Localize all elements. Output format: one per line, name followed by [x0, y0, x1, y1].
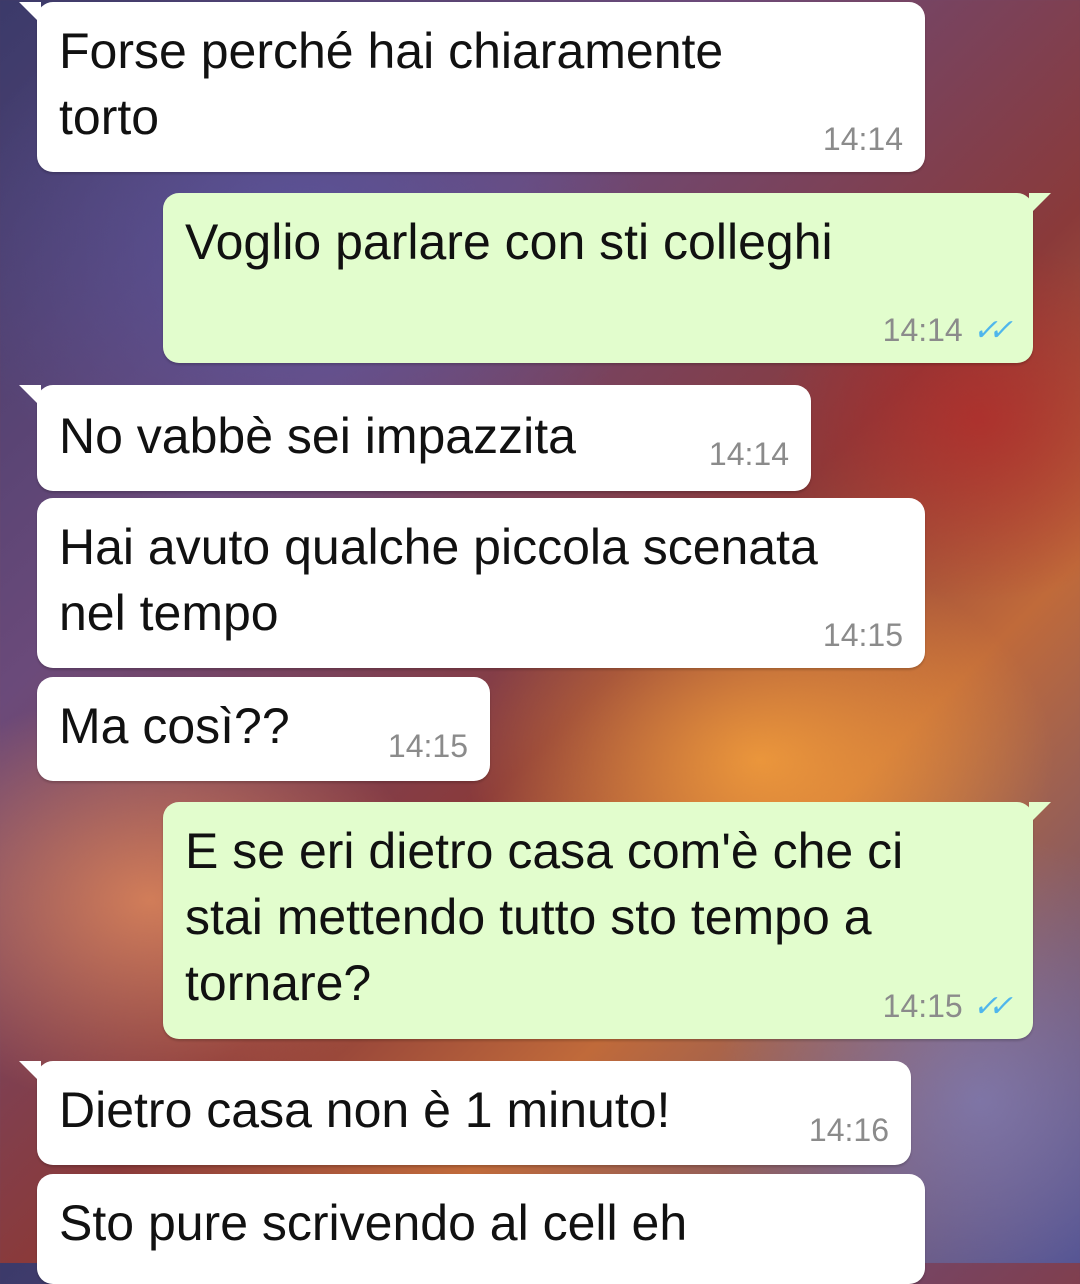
message-meta: 14:15	[388, 728, 468, 765]
message-bubble-incoming[interactable]: Dietro casa non è 1 minuto! 14:16	[19, 1061, 911, 1165]
message-meta: 14:14 ✓✓	[882, 312, 1013, 349]
message-bubble-incoming[interactable]: Hai avuto qualche piccola scenata nel te…	[37, 498, 925, 668]
message-text: Sto pure scrivendo al cell eh	[59, 1195, 688, 1251]
double-check-icon: ✓✓	[972, 314, 1013, 347]
message-timestamp: 14:16	[808, 1112, 889, 1148]
message-bubble-incoming[interactable]: Forse perché hai chiaramente torto 14:14	[19, 2, 925, 172]
message-meta: 14:15 ✓✓	[882, 988, 1013, 1025]
message-text: Dietro casa non è 1 minuto!	[59, 1082, 671, 1138]
message-timestamp: 14:14	[822, 121, 903, 157]
message-text: Hai avuto qualche piccola scenata nel te…	[59, 519, 818, 641]
message-timestamp: 14:14	[882, 312, 963, 348]
message-meta: 14:14	[709, 436, 789, 473]
message-text: Ma così??	[59, 698, 290, 754]
message-timestamp: 14:15	[822, 617, 903, 653]
message-bubble-incoming[interactable]: Ma così?? 14:15	[37, 677, 490, 781]
message-text: No vabbè sei impazzita	[59, 408, 576, 464]
message-meta: 14:15	[823, 617, 903, 654]
chat-area[interactable]: Forse perché hai chiaramente torto 14:14…	[0, 0, 1080, 1284]
message-timestamp: 14:15	[882, 988, 963, 1024]
message-text: E se eri dietro casa com'è che ci stai m…	[185, 823, 904, 1011]
message-bubble-outgoing[interactable]: E se eri dietro casa com'è che ci stai m…	[163, 802, 1051, 1039]
message-timestamp: 14:14	[708, 436, 789, 472]
message-text: Voglio parlare con sti colleghi	[185, 214, 833, 270]
double-check-icon: ✓✓	[972, 990, 1013, 1023]
message-text: Forse perché hai chiaramente torto	[59, 23, 724, 145]
message-meta: 14:14	[823, 121, 903, 158]
message-bubble-incoming[interactable]: Sto pure scrivendo al cell eh	[37, 1174, 925, 1284]
message-meta: 14:16	[809, 1112, 889, 1149]
message-bubble-outgoing[interactable]: Voglio parlare con sti colleghi 14:14 ✓✓	[163, 193, 1051, 363]
message-timestamp: 14:15	[387, 728, 468, 764]
message-bubble-incoming[interactable]: No vabbè sei impazzita 14:14	[19, 385, 811, 491]
